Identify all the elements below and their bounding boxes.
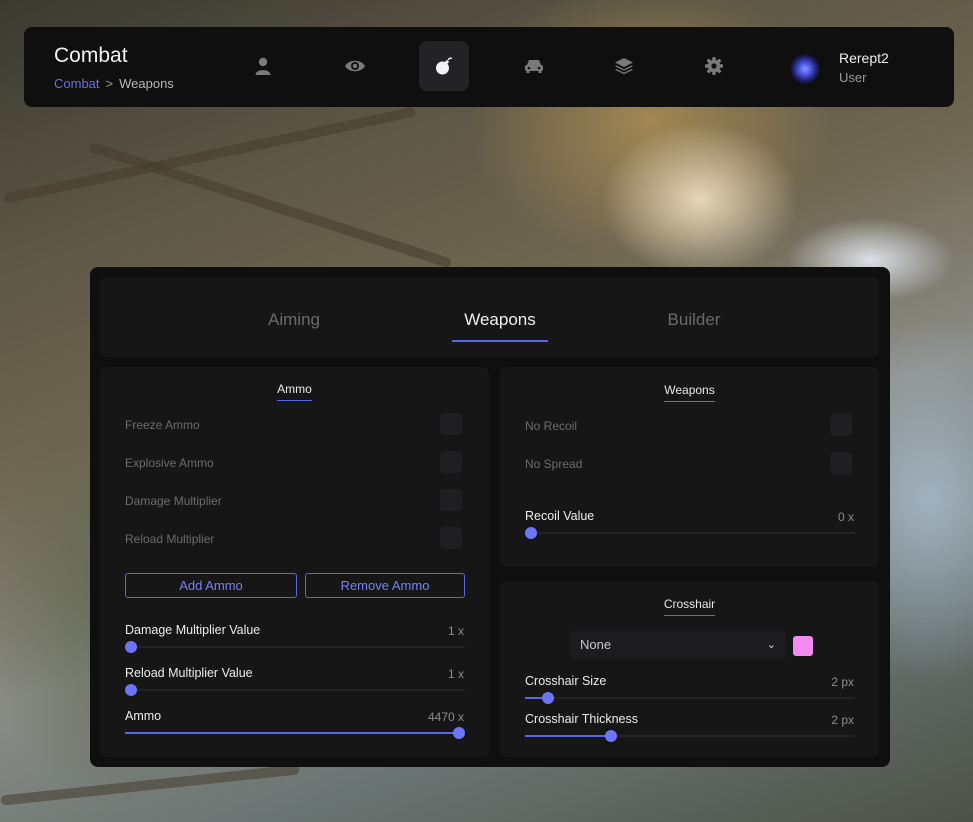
option-label-explosive-ammo: Explosive Ammo: [125, 456, 214, 470]
slider-thumb[interactable]: [542, 692, 555, 704]
page-title: Combat: [54, 44, 128, 67]
reload-multiplier-value-label: Reload Multiplier Value: [125, 666, 253, 680]
ammo-card-title: Ammo: [100, 382, 489, 401]
slider-fill: [125, 732, 459, 734]
slider-thumb[interactable]: [125, 641, 137, 653]
nav-car-icon[interactable]: [509, 41, 559, 91]
option-label-reload-multiplier: Reload Multiplier: [125, 532, 215, 546]
freeze-ammo-checkbox[interactable]: [440, 413, 462, 435]
nav-user-icon[interactable]: [238, 41, 288, 91]
reload-multiplier-value-readout: 1 x: [447, 667, 464, 681]
slider-thumb[interactable]: [125, 684, 137, 696]
option-label-no-recoil: No Recoil: [525, 419, 578, 433]
weapons-card-title: Weapons: [500, 383, 879, 402]
damage-multiplier-value-readout: 1 x: [447, 624, 464, 638]
breadcrumb-separator: >: [105, 76, 114, 91]
slider-fill: [525, 735, 611, 737]
explosive-ammo-checkbox[interactable]: [440, 451, 462, 473]
crosshair-size-slider[interactable]: [525, 692, 855, 704]
no-recoil-checkbox[interactable]: [830, 414, 852, 436]
recoil-value-slider[interactable]: [525, 527, 855, 539]
breadcrumb-link-combat[interactable]: Combat: [54, 76, 100, 91]
damage-multiplier-slider[interactable]: [125, 641, 465, 653]
eye-icon: [345, 60, 365, 72]
option-label-freeze-ammo: Freeze Ammo: [125, 418, 200, 432]
breadcrumb-current: Weapons: [119, 76, 174, 91]
breadcrumb: Combat > Weapons: [54, 76, 174, 91]
user-role: User: [839, 70, 867, 85]
tab-aiming[interactable]: Aiming: [246, 310, 342, 330]
nav-bomb-icon[interactable]: [419, 41, 469, 91]
crosshair-style-value: None: [580, 637, 612, 652]
bomb-icon: [436, 57, 453, 75]
top-header: Combat Combat > Weapons Rerept2 User: [24, 27, 954, 107]
crosshair-style-select[interactable]: None ⌄: [570, 631, 786, 659]
slider-thumb[interactable]: [453, 727, 465, 739]
recoil-value-readout: 0 x: [837, 510, 854, 524]
remove-ammo-button[interactable]: Remove Ammo: [305, 573, 465, 598]
crosshair-thickness-readout: 2 px: [831, 713, 854, 727]
damage-multiplier-value-label: Damage Multiplier Value: [125, 623, 261, 637]
ammo-amount-label: Ammo: [125, 709, 162, 723]
option-label-no-spread: No Spread: [525, 457, 583, 471]
no-spread-checkbox[interactable]: [830, 452, 852, 474]
reload-multiplier-slider[interactable]: [125, 684, 465, 696]
damage-multiplier-checkbox[interactable]: [440, 489, 462, 511]
user-name: Rerept2: [839, 50, 889, 66]
crosshair-card-title: Crosshair: [500, 597, 879, 616]
gear-icon: [705, 57, 723, 75]
ammo-amount-readout: 4470 x: [427, 710, 464, 724]
add-ammo-button[interactable]: Add Ammo: [125, 573, 297, 598]
crosshair-size-readout: 2 px: [831, 675, 854, 689]
crosshair-thickness-label: Crosshair Thickness: [525, 712, 639, 726]
recoil-value-label: Recoil Value: [525, 509, 595, 523]
tab-weapons[interactable]: Weapons: [452, 310, 548, 330]
slider-thumb[interactable]: [604, 730, 617, 742]
avatar: [790, 54, 820, 84]
background-branch: [87, 141, 453, 269]
crosshair-color-swatch[interactable]: [793, 636, 813, 656]
slider-thumb[interactable]: [525, 527, 537, 539]
tabs-bar: Aiming Weapons Builder: [100, 277, 879, 357]
tab-builder[interactable]: Builder: [646, 310, 742, 330]
user-icon: [255, 57, 271, 75]
crosshair-size-label: Crosshair Size: [525, 674, 607, 688]
car-icon: [525, 60, 543, 73]
crosshair-thickness-slider[interactable]: [525, 730, 855, 742]
active-tab-indicator: [452, 340, 548, 342]
layers-icon: [615, 58, 633, 75]
background-branch: [0, 764, 300, 806]
ammo-amount-slider[interactable]: [125, 727, 465, 739]
nav-eye-icon[interactable]: [330, 41, 380, 91]
nav-gear-icon[interactable]: [689, 41, 739, 91]
crosshair-card: Crosshair None ⌄ Crosshair Size 2 px Cro…: [500, 581, 879, 757]
chevron-down-icon: ⌄: [766, 639, 776, 651]
option-label-damage-multiplier: Damage Multiplier: [125, 494, 222, 508]
weapons-card: Weapons No Recoil No Spread Recoil Value…: [500, 367, 879, 567]
nav-layers-icon[interactable]: [599, 41, 649, 91]
reload-multiplier-checkbox[interactable]: [440, 527, 462, 549]
main-panel: Aiming Weapons Builder Ammo Freeze Ammo …: [90, 267, 890, 767]
ammo-card: Ammo Freeze Ammo Explosive Ammo Damage M…: [100, 367, 489, 757]
